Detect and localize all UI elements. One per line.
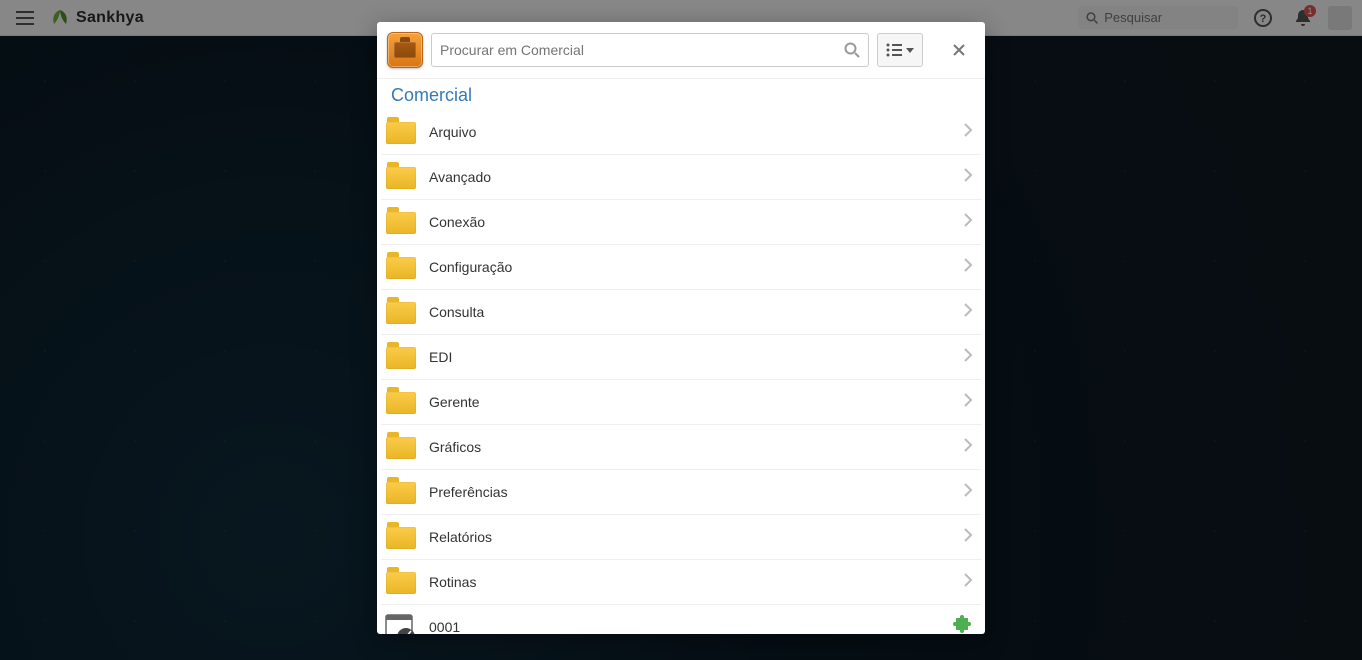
list-item[interactable]: Rotinas xyxy=(381,560,981,605)
module-browser-modal: Comercial Arquivo Avançado Conexão Configur… xyxy=(377,22,985,634)
list-item[interactable]: 0001 xyxy=(381,605,981,634)
folder-icon xyxy=(385,116,417,148)
list-icon xyxy=(886,43,902,57)
folder-icon xyxy=(385,476,417,508)
folder-icon xyxy=(385,296,417,328)
list-item-label: Arquivo xyxy=(429,124,951,140)
folder-icon xyxy=(385,341,417,373)
list-item-label: Consulta xyxy=(429,304,951,320)
list-item[interactable]: Preferências xyxy=(381,470,981,515)
modal-search[interactable] xyxy=(431,33,869,67)
close-modal-button[interactable] xyxy=(945,36,973,64)
search-icon xyxy=(844,42,860,58)
chevron-right-icon xyxy=(963,122,973,143)
list-item-label: 0001 xyxy=(429,619,941,634)
list-item[interactable]: Gráficos xyxy=(381,425,981,470)
list-item-label: Rotinas xyxy=(429,574,951,590)
list-item-label: Gerente xyxy=(429,394,951,410)
list-item-label: Relatórios xyxy=(429,529,951,545)
chevron-right-icon xyxy=(963,257,973,278)
list-item[interactable]: Relatórios xyxy=(381,515,981,560)
view-mode-dropdown[interactable] xyxy=(877,33,923,67)
caret-down-icon xyxy=(906,48,914,53)
chevron-right-icon xyxy=(963,302,973,323)
folder-icon xyxy=(385,251,417,283)
folder-icon xyxy=(385,566,417,598)
chevron-right-icon xyxy=(963,347,973,368)
list-item-label: EDI xyxy=(429,349,951,365)
folder-icon xyxy=(385,206,417,238)
breadcrumb: Comercial xyxy=(377,79,985,110)
chevron-right-icon xyxy=(963,167,973,188)
list-item[interactable]: Arquivo xyxy=(381,110,981,155)
chevron-right-icon xyxy=(963,482,973,503)
list-item-label: Gráficos xyxy=(429,439,951,455)
folder-icon xyxy=(385,521,417,553)
chevron-right-icon xyxy=(963,527,973,548)
list-item[interactable]: EDI xyxy=(381,335,981,380)
list-item-label: Avançado xyxy=(429,169,951,185)
module-comercial-icon xyxy=(387,32,423,68)
folder-icon xyxy=(385,431,417,463)
modal-search-input[interactable] xyxy=(440,42,838,58)
list-item[interactable]: Conexão xyxy=(381,200,981,245)
list-item[interactable]: Configuração xyxy=(381,245,981,290)
plugin-puzzle-icon xyxy=(953,615,973,635)
list-item-label: Conexão xyxy=(429,214,951,230)
dashboard-icon xyxy=(385,611,417,634)
list-item[interactable]: Gerente xyxy=(381,380,981,425)
chevron-right-icon xyxy=(963,212,973,233)
list-item[interactable]: Consulta xyxy=(381,290,981,335)
chevron-right-icon xyxy=(963,392,973,413)
close-icon xyxy=(952,43,966,57)
module-list[interactable]: Arquivo Avançado Conexão Configuração Consul… xyxy=(377,110,985,634)
chevron-right-icon xyxy=(963,572,973,593)
list-item-label: Preferências xyxy=(429,484,951,500)
list-item[interactable]: Avançado xyxy=(381,155,981,200)
chevron-right-icon xyxy=(963,437,973,458)
list-item-label: Configuração xyxy=(429,259,951,275)
breadcrumb-comercial[interactable]: Comercial xyxy=(391,85,472,105)
folder-icon xyxy=(385,161,417,193)
folder-icon xyxy=(385,386,417,418)
